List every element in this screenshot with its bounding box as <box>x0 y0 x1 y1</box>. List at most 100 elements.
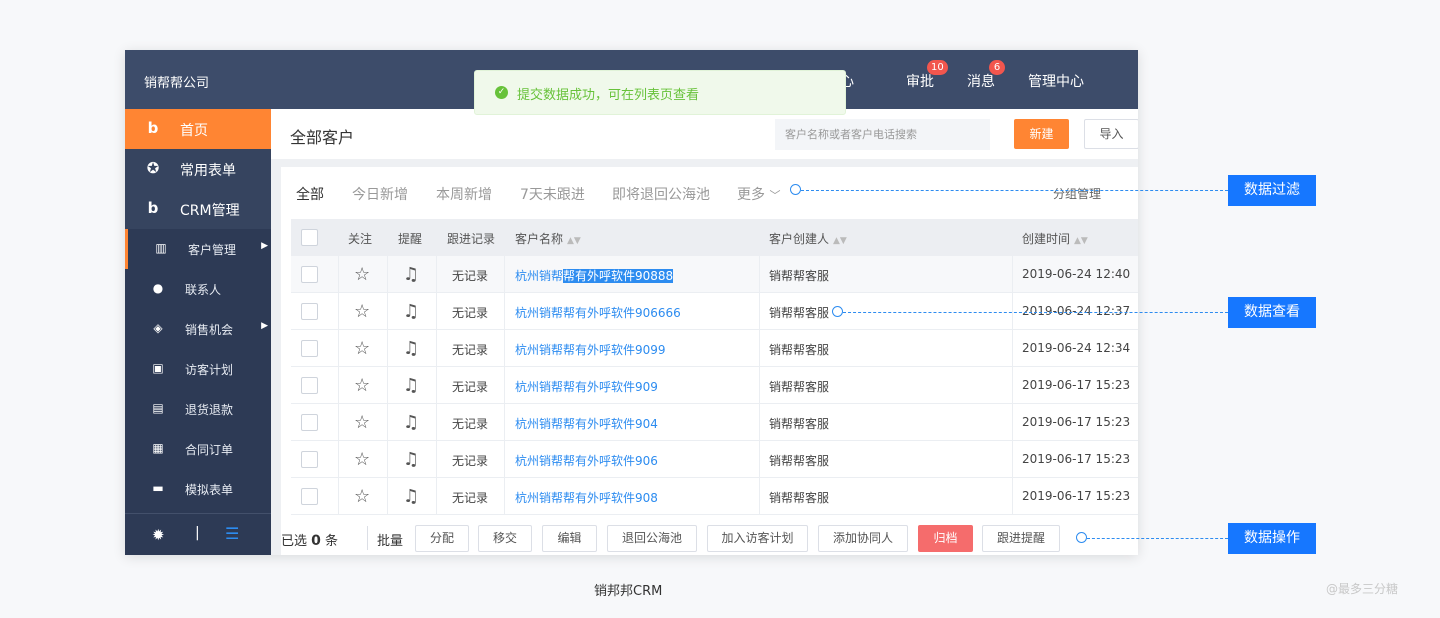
follow-reminder-button[interactable]: 跟进提醒 <box>982 525 1060 552</box>
import-button[interactable]: 导入 <box>1084 119 1138 149</box>
company-name: 销帮帮公司 <box>144 76 210 91</box>
follow-record: 无记录 <box>452 269 489 283</box>
tab-returning-pool[interactable]: 即将退回公海池 <box>612 184 710 204</box>
customer-name-link[interactable]: 杭州销帮帮有外呼软件908 <box>515 489 658 506</box>
row-checkbox[interactable] <box>301 377 318 394</box>
bell-icon[interactable]: ♫ <box>403 301 419 322</box>
col-name[interactable]: 客户名称 ▲▼ <box>515 230 581 247</box>
col-record: 跟进记录 <box>447 232 496 246</box>
building-icon: ▥ <box>155 241 167 255</box>
customer-name-link[interactable]: 杭州销帮帮有外呼软件909 <box>515 378 658 395</box>
calendar-icon: ▣ <box>152 361 164 375</box>
bell-icon[interactable]: ♫ <box>403 375 419 396</box>
annotation-dot-operate <box>1076 532 1087 543</box>
approve-label: 审批 <box>906 74 934 90</box>
edit-button[interactable]: 编辑 <box>542 525 597 552</box>
selected-count: 已选 0 条 <box>281 530 338 549</box>
col-created[interactable]: 创建时间 ▲▼ <box>1022 230 1088 247</box>
customer-name-link[interactable]: 杭州销帮帮有外呼软件904 <box>515 415 658 432</box>
tab-today-new[interactable]: 今日新增 <box>352 184 408 204</box>
sidebar-item-crm[interactable]: b CRM管理 <box>125 189 271 229</box>
customer-name-link[interactable]: 杭州销帮帮有外呼软件906666 <box>515 304 681 321</box>
page-title: 全部客户 <box>290 128 355 147</box>
customer-name-link[interactable]: 杭州销帮帮有外呼软件906 <box>515 452 658 469</box>
tab-all[interactable]: 全部 <box>296 184 324 204</box>
bell-icon[interactable]: ♫ <box>403 486 419 507</box>
row-checkbox[interactable] <box>301 340 318 357</box>
document-icon: ▦ <box>152 441 164 455</box>
bell-icon[interactable]: ♫ <box>403 338 419 359</box>
assign-button[interactable]: 分配 <box>415 525 469 552</box>
sidebar-item-opportunities[interactable]: ◈ 销售机会 ▶ <box>125 309 271 349</box>
row-checkbox[interactable] <box>301 451 318 468</box>
table-row[interactable]: ☆ ♫ 无记录 杭州销帮帮有外呼软件909 销帮帮客服 2019-06-17 1… <box>291 367 1138 404</box>
row-checkbox[interactable] <box>301 414 318 431</box>
customer-name-link[interactable]: 杭州销帮帮有外呼软件9099 <box>515 341 666 358</box>
created-time: 2019-06-24 12:37 <box>1022 304 1131 318</box>
sidebar-item-visit-plan[interactable]: ▣ 访客计划 <box>125 349 271 389</box>
annotation-dot-view <box>832 306 843 317</box>
star-icon[interactable]: ☆ <box>354 486 370 507</box>
sidebar-item-mock-forms[interactable]: ▬ 模拟表单 <box>125 469 271 509</box>
annotation-line-view <box>843 312 1228 313</box>
tab-more[interactable]: 更多 ﹀ <box>737 184 780 204</box>
tab-7days-no-follow[interactable]: 7天未跟进 <box>520 184 585 204</box>
return-pool-button[interactable]: 退回公海池 <box>607 525 697 552</box>
add-collaborator-button[interactable]: 添加协同人 <box>818 525 908 552</box>
annotation-line-operate <box>1087 538 1228 539</box>
created-time: 2019-06-17 15:23 <box>1022 378 1131 392</box>
creator: 销帮帮客服 <box>769 306 830 320</box>
table-row[interactable]: ☆ ♫ 无记录 杭州销帮帮有外呼软件906 销帮帮客服 2019-06-17 1… <box>291 441 1138 478</box>
table-row[interactable]: ☆ ♫ 无记录 杭州销帮帮有外呼软件908 销帮帮客服 2019-06-17 1… <box>291 478 1138 515</box>
search-input[interactable]: 客户名称或者客户电话搜索 <box>775 119 990 150</box>
col-follow: 关注 <box>348 232 373 246</box>
table-row[interactable]: ☆ ♫ 无记录 杭州销帮帮有外呼软件9099 销帮帮客服 2019-06-24 … <box>291 330 1138 367</box>
star-icon[interactable]: ☆ <box>354 375 370 396</box>
table-row[interactable]: ☆ ♫ 无记录 杭州销帮帮有外呼软件904 销帮帮客服 2019-06-17 1… <box>291 404 1138 441</box>
star-icon[interactable]: ☆ <box>354 264 370 285</box>
bell-icon[interactable]: ♫ <box>403 449 419 470</box>
sidebar-item-common-forms[interactable]: ✪ 常用表单 <box>125 149 271 189</box>
tab-week-new[interactable]: 本周新增 <box>436 184 492 204</box>
success-toast: ✓ 提交数据成功，可在列表页查看 <box>474 70 846 115</box>
caret-right-icon: ▶ <box>261 321 268 331</box>
group-management-link[interactable]: 分组管理 <box>1053 185 1101 202</box>
printer-icon: ▬ <box>152 481 164 495</box>
row-checkbox[interactable] <box>301 303 318 320</box>
sidebar-item-contacts[interactable]: ● 联系人 <box>125 269 271 309</box>
customer-name-link[interactable]: 杭州销帮帮有外呼软件90888 <box>515 267 674 284</box>
settings-icon[interactable]: ✹ <box>152 526 165 544</box>
bell-icon[interactable]: ♫ <box>403 412 419 433</box>
name-part: 杭州销帮 <box>515 269 564 283</box>
sidebar-item-label: 退货退款 <box>185 403 234 417</box>
select-all-checkbox[interactable] <box>301 229 318 246</box>
sidebar-item-returns[interactable]: ▤ 退货退款 <box>125 389 271 429</box>
row-checkbox[interactable] <box>301 488 318 505</box>
row-checkbox[interactable] <box>301 266 318 283</box>
table-row[interactable]: ☆ ♫ 无记录 杭州销帮帮有外呼软件90888 销帮帮客服 2019-06-24… <box>291 256 1138 293</box>
add-visit-plan-button[interactable]: 加入访客计划 <box>707 525 808 552</box>
approve-nav[interactable]: 审批 10 <box>906 60 948 91</box>
col-creator[interactable]: 客户创建人 ▲▼ <box>769 230 847 247</box>
bell-icon[interactable]: ♫ <box>403 264 419 285</box>
archive-button[interactable]: 归档 <box>918 525 973 552</box>
new-button[interactable]: 新建 <box>1014 119 1069 149</box>
transfer-button[interactable]: 移交 <box>478 525 532 552</box>
divider: | <box>195 525 200 541</box>
messages-nav[interactable]: 消息 6 <box>967 60 1005 91</box>
messages-badge: 6 <box>989 60 1005 75</box>
star-icon[interactable]: ☆ <box>354 338 370 359</box>
star-icon[interactable]: ☆ <box>354 412 370 433</box>
sidebar-item-label: CRM管理 <box>180 203 240 219</box>
star-icon[interactable]: ☆ <box>354 301 370 322</box>
sidebar-item-home[interactable]: b 首页 <box>125 109 271 149</box>
sidebar-item-contracts[interactable]: ▦ 合同订单 <box>125 429 271 469</box>
sidebar-item-customers[interactable]: ▥ 客户管理 ▶ <box>125 229 271 269</box>
creator: 销帮帮客服 <box>769 417 830 431</box>
follow-record: 无记录 <box>452 491 489 505</box>
follow-record: 无记录 <box>452 343 489 357</box>
admin-center-nav[interactable]: 管理中心 <box>1028 71 1084 91</box>
star-icon[interactable]: ☆ <box>354 449 370 470</box>
approve-badge: 10 <box>927 60 948 75</box>
collapse-menu-icon[interactable]: ☰ <box>225 524 239 543</box>
